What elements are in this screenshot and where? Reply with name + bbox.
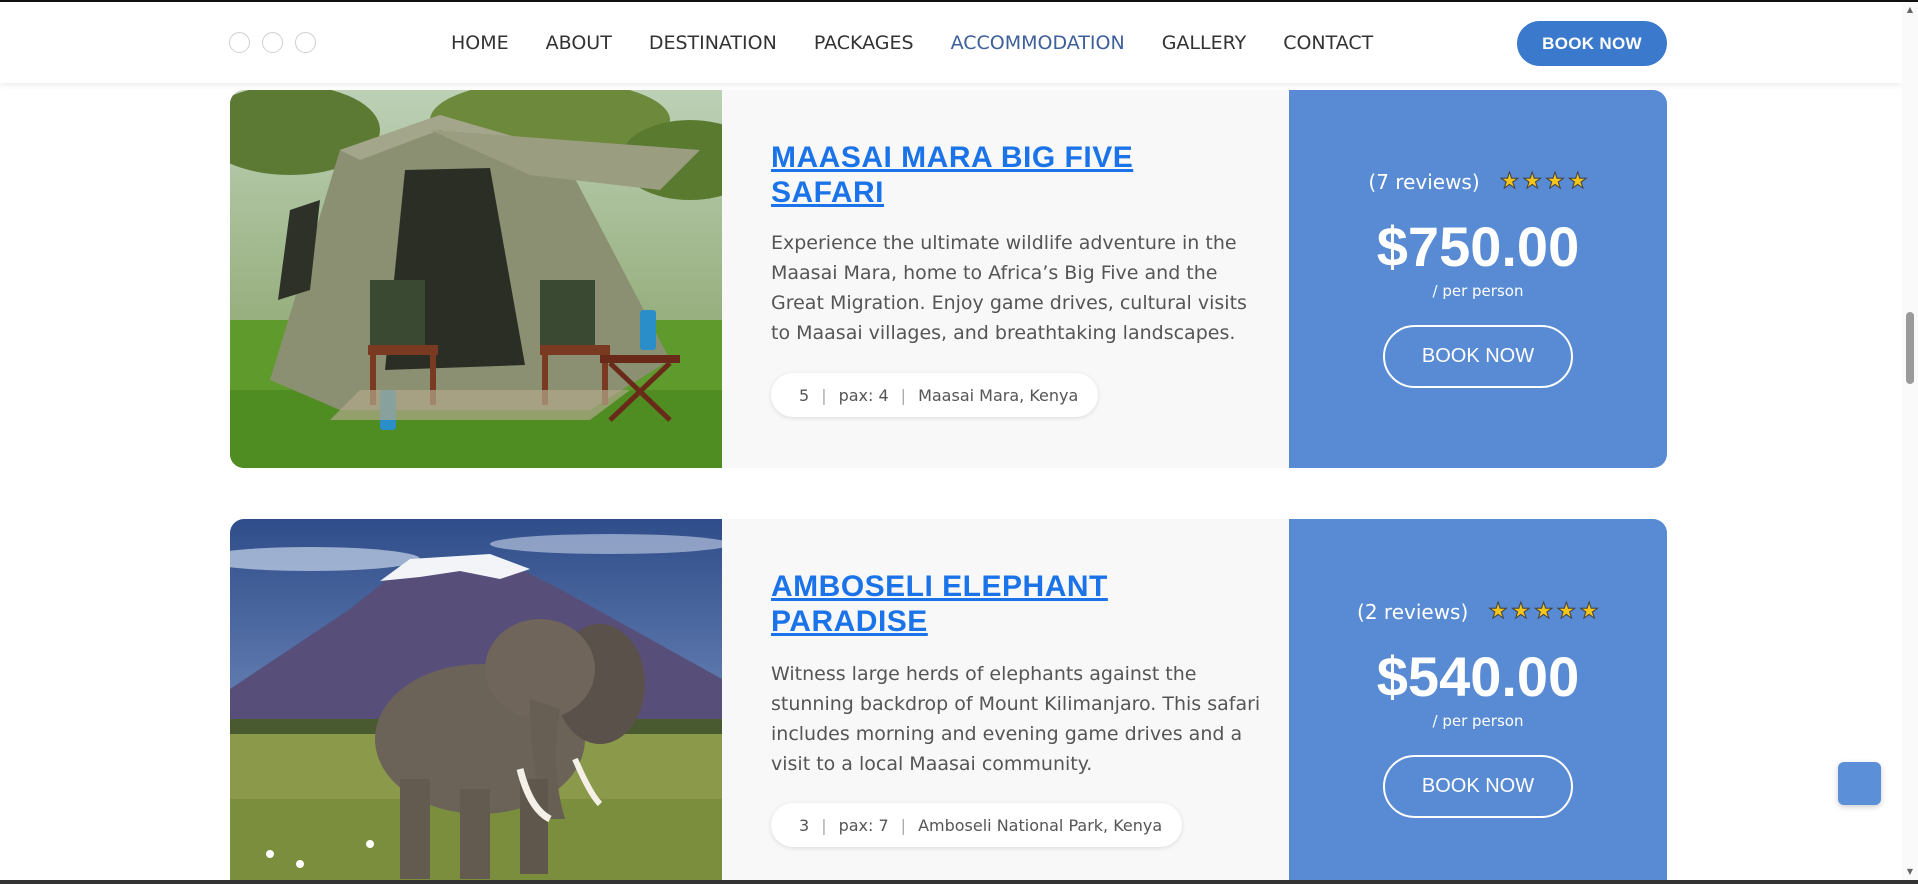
tent-photo <box>230 90 722 468</box>
window-top-border <box>0 0 1918 2</box>
package-description: Witness large herds of elephants against… <box>771 663 1261 775</box>
package-card: AMBOSELI ELEPHANT PARADISE Witness large… <box>230 519 1667 884</box>
social-icons <box>229 32 316 53</box>
nav-gallery[interactable]: GALLERY <box>1162 32 1247 54</box>
nav-accommodation[interactable]: ACCOMMODATION <box>951 32 1125 54</box>
price-panel: (2 reviews) ★ ★ ★ ★ ★ $540.00 / per pers… <box>1289 519 1667 884</box>
reviews-row: (7 reviews) ★ ★ ★ ★ <box>1289 170 1667 194</box>
package-meta: 5 | pax: 4 | Maasai Mara, Kenya <box>771 373 1099 417</box>
package-title-link[interactable]: AMBOSELI ELEPHANT PARADISE <box>771 569 1191 639</box>
package-days: 5 <box>799 385 810 405</box>
package-description: Experience the ultimate wildlife adventu… <box>771 232 1247 344</box>
star-icon: ★ <box>1488 599 1509 624</box>
vertical-scrollbar[interactable]: ▲ ▼ <box>1902 2 1918 880</box>
package-location: Maasai Mara, Kenya <box>918 385 1079 405</box>
nav-home[interactable]: HOME <box>451 32 509 54</box>
star-icon: ★ <box>1533 599 1554 624</box>
site-header: HOME ABOUT DESTINATION PACKAGES ACCOMMOD… <box>0 2 1902 83</box>
star-icon: ★ <box>1511 599 1532 624</box>
meta-separator: | <box>900 385 907 405</box>
social-icon[interactable] <box>295 32 316 53</box>
package-price: $750.00 <box>1376 215 1580 278</box>
package-location: Amboseli National Park, Kenya <box>918 815 1163 835</box>
star-icon: ★ <box>1522 169 1543 194</box>
package-title-link[interactable]: MAASAI MARA BIG FIVE SAFARI <box>771 140 1191 210</box>
reviews-row: (2 reviews) ★ ★ ★ ★ ★ <box>1289 600 1667 624</box>
review-count: (7 reviews) <box>1368 170 1480 194</box>
package-info: AMBOSELI ELEPHANT PARADISE Witness large… <box>722 519 1289 884</box>
star-icon: ★ <box>1579 599 1600 624</box>
star-icon: ★ <box>1567 169 1588 194</box>
nav-about[interactable]: ABOUT <box>546 32 612 54</box>
nav-destination[interactable]: DESTINATION <box>649 32 777 54</box>
scroll-up-arrow-icon[interactable]: ▲ <box>1905 5 1915 15</box>
social-icon[interactable] <box>262 32 283 53</box>
star-rating: ★ ★ ★ ★ <box>1499 169 1588 194</box>
scroll-down-arrow-icon[interactable]: ▼ <box>1905 867 1915 877</box>
meta-separator: | <box>821 385 827 405</box>
book-now-button[interactable]: BOOK NOW <box>1383 755 1573 818</box>
book-now-button[interactable]: BOOK NOW <box>1383 325 1573 388</box>
package-card: MAASAI MARA BIG FIVE SAFARI Experience t… <box>230 90 1667 468</box>
scrollbar-thumb[interactable] <box>1906 312 1914 384</box>
price-unit: / per person <box>1432 712 1524 730</box>
nav-contact[interactable]: CONTACT <box>1283 32 1373 54</box>
package-pax: pax: 7 <box>838 815 889 835</box>
package-info: MAASAI MARA BIG FIVE SAFARI Experience t… <box>722 90 1289 468</box>
meta-separator: | <box>900 815 907 835</box>
price-unit: / per person <box>1432 282 1524 300</box>
social-icon[interactable] <box>229 32 250 53</box>
scroll-to-top-button[interactable] <box>1838 762 1881 805</box>
nav-packages[interactable]: PACKAGES <box>814 32 914 54</box>
window-bottom-border <box>0 880 1918 884</box>
price-panel: (7 reviews) ★ ★ ★ ★ $750.00 / per person… <box>1289 90 1667 468</box>
header-book-now-button[interactable]: BOOK NOW <box>1517 21 1667 66</box>
package-price: $540.00 <box>1376 645 1580 708</box>
review-count: (2 reviews) <box>1357 600 1469 624</box>
star-rating: ★ ★ ★ ★ ★ <box>1488 599 1600 624</box>
package-days: 3 <box>799 815 810 835</box>
package-meta: 3 | pax: 7 | Amboseli National Park, Ken… <box>771 803 1183 847</box>
star-icon: ★ <box>1545 169 1566 194</box>
star-icon: ★ <box>1499 169 1520 194</box>
package-pax: pax: 4 <box>838 385 889 405</box>
star-icon: ★ <box>1556 599 1577 624</box>
elephant-photo <box>230 519 722 884</box>
main-nav: HOME ABOUT DESTINATION PACKAGES ACCOMMOD… <box>451 2 1410 83</box>
meta-separator: | <box>821 815 827 835</box>
